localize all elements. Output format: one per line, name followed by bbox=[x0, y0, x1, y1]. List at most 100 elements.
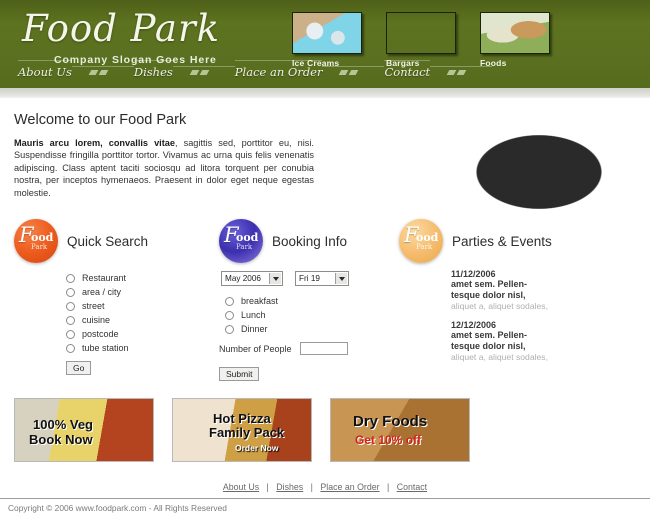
main-navigation: About Us Dishes Place an Order Contact bbox=[0, 60, 650, 80]
quick-search-actions: Go bbox=[66, 355, 219, 376]
radio-label: breakfast bbox=[241, 296, 279, 307]
footer-divider bbox=[0, 498, 650, 500]
promo-cta-order-now[interactable]: Order Now bbox=[235, 443, 278, 453]
month-select-value: May 2006 bbox=[225, 274, 261, 284]
day-select-value: Fri 19 bbox=[299, 274, 320, 284]
footer-separator: | bbox=[266, 482, 269, 493]
ice-cream-icon bbox=[292, 12, 362, 54]
booking-actions: Submit bbox=[219, 361, 399, 382]
number-of-people-input[interactable] bbox=[299, 342, 348, 356]
radio-icon[interactable] bbox=[225, 324, 234, 334]
site-header: Food Park Company Slogan Goes Here Ice C… bbox=[0, 0, 650, 88]
radio-option-tube-station[interactable]: tube station bbox=[66, 341, 219, 355]
list-item[interactable]: 11/12/2006 amet sem. Pellen-tesque dolor… bbox=[451, 269, 634, 311]
event-subtitle: aliquet a, aliquet sodales, bbox=[451, 352, 548, 363]
radio-icon[interactable] bbox=[66, 273, 75, 283]
brand-name: Food Park bbox=[22, 7, 221, 50]
chevron-separator-icon bbox=[322, 66, 385, 80]
number-of-people-row: Number of People bbox=[219, 342, 399, 356]
radio-option-street[interactable]: street bbox=[66, 299, 219, 313]
nav-item-dishes[interactable]: Dishes bbox=[133, 60, 173, 80]
logo-text-park: Park bbox=[236, 243, 253, 252]
brand-block[interactable]: Food Park Company Slogan Goes Here bbox=[22, 6, 272, 66]
events-list: 11/12/2006 amet sem. Pellen-tesque dolor… bbox=[451, 269, 634, 362]
promo-line-2: Book Now bbox=[29, 432, 93, 448]
welcome-lead: Mauris arcu lorem, convallis vitae bbox=[14, 138, 176, 148]
welcome-paragraph: Mauris arcu lorem, convallis vitae, sagi… bbox=[14, 137, 314, 199]
radio-option-area-city[interactable]: area / city bbox=[66, 285, 219, 299]
number-of-people-label: Number of People bbox=[219, 343, 292, 354]
main-content: Welcome to our Food Park Mauris arcu lor… bbox=[0, 112, 650, 382]
day-select[interactable]: Fri 19 bbox=[295, 271, 349, 287]
meal-options: breakfast Lunch Dinner bbox=[225, 294, 399, 336]
submit-button[interactable]: Submit bbox=[219, 367, 260, 382]
nav-item-about-us[interactable]: About Us bbox=[18, 60, 72, 80]
radio-icon[interactable] bbox=[66, 329, 75, 339]
food-park-logo-gold-icon: F ood Park bbox=[399, 219, 443, 264]
food-park-logo-orange-icon: F ood Park bbox=[14, 219, 58, 264]
radio-icon[interactable] bbox=[66, 301, 75, 311]
radio-icon[interactable] bbox=[225, 296, 234, 306]
logo-text-park: Park bbox=[416, 243, 433, 252]
copyright-text: Copyright © 2006 www.foodpark.com - All … bbox=[8, 503, 227, 514]
radio-option-lunch[interactable]: Lunch bbox=[225, 308, 399, 322]
radio-label: cuisine bbox=[82, 315, 111, 326]
radio-icon[interactable] bbox=[66, 343, 75, 353]
event-date: 12/12/2006 bbox=[451, 320, 497, 331]
event-title: amet sem. Pellen-tesque dolor nisl, bbox=[451, 279, 528, 301]
radio-option-dinner[interactable]: Dinner bbox=[225, 322, 399, 336]
radio-label: tube station bbox=[82, 343, 129, 354]
promo-banner-dry-foods[interactable]: Dry Foods Get 10% off bbox=[330, 398, 470, 463]
foods-icon bbox=[480, 12, 550, 54]
radio-label: street bbox=[82, 301, 105, 312]
food-park-logo-blue-icon: F ood Park bbox=[219, 219, 263, 264]
promo-banner-pizza[interactable]: Hot Pizza Family Pack Order Now bbox=[172, 398, 312, 463]
bread-platter-image bbox=[444, 116, 634, 216]
quick-search-column: F ood Park Quick Search Restaurant area … bbox=[14, 217, 219, 382]
burger-icon bbox=[386, 12, 456, 54]
chevron-down-icon[interactable] bbox=[269, 273, 281, 285]
quick-search-header: F ood Park Quick Search bbox=[14, 217, 219, 265]
quick-search-title: Quick Search bbox=[67, 233, 149, 249]
chevron-down-icon[interactable] bbox=[335, 273, 347, 285]
footer-separator: | bbox=[387, 482, 390, 493]
radio-option-postcode[interactable]: postcode bbox=[66, 327, 219, 341]
radio-label: postcode bbox=[82, 329, 119, 340]
radio-option-breakfast[interactable]: breakfast bbox=[225, 294, 399, 308]
nav-item-contact[interactable]: Contact bbox=[384, 60, 431, 80]
footer-separator: | bbox=[310, 482, 313, 493]
footer-link-contact[interactable]: Contact bbox=[397, 482, 427, 492]
month-select[interactable]: May 2006 bbox=[221, 271, 283, 287]
footer-link-about-us[interactable]: About Us bbox=[223, 482, 259, 492]
parties-events-column: F ood Park Parties & Events 11/12/2006 a… bbox=[399, 217, 634, 382]
quick-search-options: Restaurant area / city street cuisine po… bbox=[66, 271, 219, 355]
promo-line-1: Dry Foods bbox=[353, 413, 428, 431]
chevron-separator-icon bbox=[430, 66, 493, 80]
booking-info-column: F ood Park Booking Info May 2006 Fri 19 bbox=[219, 217, 399, 382]
radio-label: Lunch bbox=[241, 310, 266, 321]
footer-link-dishes[interactable]: Dishes bbox=[276, 482, 303, 492]
page-root: Food Park Company Slogan Goes Here Ice C… bbox=[0, 0, 650, 525]
promo-line-2: Family Pack bbox=[209, 425, 285, 441]
go-button[interactable]: Go bbox=[66, 361, 92, 376]
footer-link-place-an-order[interactable]: Place an Order bbox=[320, 482, 379, 492]
logo-text-park: Park bbox=[31, 243, 48, 252]
booking-date-selectors: May 2006 Fri 19 bbox=[221, 271, 399, 287]
event-title: amet sem. Pellen-tesque dolor nisl, bbox=[451, 330, 528, 352]
radio-option-restaurant[interactable]: Restaurant bbox=[66, 271, 219, 285]
chevron-separator-icon bbox=[71, 66, 134, 80]
booking-info-header: F ood Park Booking Info bbox=[219, 217, 399, 265]
radio-label: area / city bbox=[82, 287, 122, 298]
list-item[interactable]: 12/12/2006 amet sem. Pellen-tesque dolor… bbox=[451, 320, 634, 362]
radio-icon[interactable] bbox=[225, 310, 234, 320]
radio-label: Dinner bbox=[241, 324, 268, 335]
parties-events-title: Parties & Events bbox=[452, 233, 552, 249]
feature-columns: F ood Park Quick Search Restaurant area … bbox=[14, 217, 636, 382]
promo-banners: 100% Veg Book Now Hot Pizza Family Pack … bbox=[0, 398, 650, 463]
chevron-separator-icon bbox=[172, 66, 235, 80]
promo-banner-veg[interactable]: 100% Veg Book Now bbox=[14, 398, 154, 463]
radio-icon[interactable] bbox=[66, 287, 75, 297]
radio-icon[interactable] bbox=[66, 315, 75, 325]
nav-item-place-an-order[interactable]: Place an Order bbox=[234, 60, 323, 80]
radio-option-cuisine[interactable]: cuisine bbox=[66, 313, 219, 327]
